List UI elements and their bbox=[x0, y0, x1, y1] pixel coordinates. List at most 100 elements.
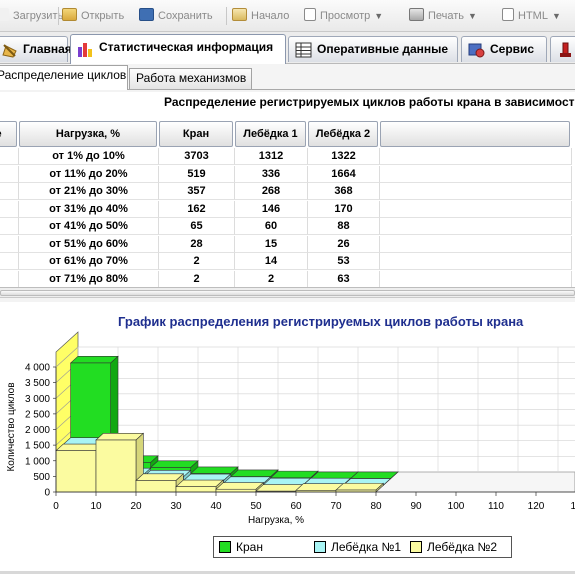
y-tick-label: 500 bbox=[33, 472, 50, 483]
x-tick-label: 90 bbox=[410, 501, 422, 512]
cell-row-index bbox=[0, 235, 19, 253]
table-row[interactable]: от 41% до 50% 65 60 88 bbox=[0, 218, 575, 235]
start-page-icon bbox=[232, 8, 247, 21]
column-header-0[interactable]: e bbox=[0, 121, 17, 147]
wrench-icon bbox=[560, 42, 571, 57]
html-doc-icon bbox=[502, 8, 514, 21]
cell-winch-2-value: 63 bbox=[308, 270, 380, 287]
tab-home[interactable]: Главная bbox=[0, 36, 72, 62]
folder-icon bbox=[62, 8, 77, 21]
tab-tools[interactable] bbox=[550, 36, 575, 62]
cell-winch-2-value: 368 bbox=[308, 183, 380, 200]
tab-operative-data[interactable]: Оперативные данные bbox=[288, 36, 458, 62]
cell-winch-2-value: 26 bbox=[308, 235, 380, 253]
legend-label-winch-1: Лебёдка №1 bbox=[331, 540, 402, 554]
open-button[interactable]: Открыть bbox=[62, 6, 124, 26]
cell-load-range: от 11% до 20% bbox=[19, 165, 159, 183]
chevron-down-icon[interactable]: ▼ bbox=[552, 6, 561, 26]
cell-crane-value: 3703 bbox=[159, 148, 235, 165]
load-button[interactable]: Загрузить bbox=[0, 6, 63, 26]
tab-cycle-distribution[interactable]: Распределение циклов bbox=[0, 65, 128, 90]
legend-swatch-crane bbox=[219, 541, 231, 553]
chevron-down-icon[interactable]: ▼ bbox=[374, 6, 383, 26]
cell-row-index bbox=[0, 200, 19, 218]
cell-crane-value: 28 bbox=[159, 235, 235, 253]
x-tick-label: 70 bbox=[330, 501, 342, 512]
home-icon bbox=[2, 44, 17, 58]
y-tick-label: 1 000 bbox=[25, 456, 50, 467]
open-label: Открыть bbox=[81, 10, 125, 22]
chevron-down-icon[interactable]: ▼ bbox=[468, 6, 477, 26]
print-button[interactable]: Печать ▼ bbox=[409, 6, 477, 26]
data-grid[interactable]: e Нагрузка, % Кран Лебёдка 1 Лебёдка 2 о… bbox=[0, 112, 575, 288]
chart-legend: Кран Лебёдка №1 Лебёдка №2 bbox=[213, 536, 512, 558]
x-tick-label: 100 bbox=[448, 501, 465, 512]
bar bbox=[215, 488, 257, 493]
y-tick-label: 3 000 bbox=[25, 394, 50, 405]
y-tick-label: 2 000 bbox=[25, 425, 50, 436]
start-label: Начало bbox=[251, 10, 290, 22]
load-icon bbox=[0, 8, 9, 21]
x-tick-label: 10 bbox=[90, 501, 102, 512]
tab-mechanism-work[interactable]: Работа механизмов bbox=[129, 68, 252, 89]
cell-winch-1-value: 15 bbox=[235, 235, 308, 253]
main-tab-bar: Главная Статистическая информация Операт… bbox=[0, 32, 575, 64]
legend-swatch-winch-2 bbox=[410, 541, 422, 553]
x-tick-label: 80 bbox=[370, 501, 382, 512]
horizontal-scrollbar[interactable] bbox=[0, 288, 575, 298]
bar bbox=[175, 486, 217, 493]
column-header-winch-1[interactable]: Лебёдка 1 bbox=[235, 121, 306, 147]
cell-filler bbox=[380, 218, 572, 235]
table-row[interactable]: от 61% до 70% 2 14 53 bbox=[0, 253, 575, 270]
x-tick-label: 50 bbox=[250, 501, 262, 512]
cell-winch-2-value: 170 bbox=[308, 200, 380, 218]
printer-icon bbox=[409, 8, 424, 21]
tab-statistics[interactable]: Статистическая информация bbox=[70, 34, 286, 64]
table-row[interactable]: от 11% до 20% 519 336 1664 bbox=[0, 165, 575, 183]
tab-service[interactable]: Сервис bbox=[461, 36, 547, 62]
table-row[interactable]: от 71% до 80% 2 2 63 bbox=[0, 270, 575, 287]
cell-winch-1-value: 336 bbox=[235, 165, 308, 183]
start-button[interactable]: Начало bbox=[232, 6, 289, 26]
html-button[interactable]: HTML ▼ bbox=[502, 6, 561, 26]
table-row[interactable]: от 31% до 40% 162 146 170 bbox=[0, 200, 575, 218]
cell-filler bbox=[380, 183, 572, 200]
y-tick-label: 2 500 bbox=[25, 409, 50, 420]
bar-top bbox=[229, 469, 279, 477]
bar-top bbox=[335, 483, 385, 491]
bar-top bbox=[149, 460, 199, 468]
chart-panel: 0 500 1 000 1 500 2 000 2 500 3 000 3 500 4 000 0… bbox=[0, 302, 575, 574]
y-tick-label: 1 500 bbox=[25, 441, 50, 452]
load-label: Загрузить bbox=[13, 10, 64, 22]
column-header-empty bbox=[380, 121, 570, 147]
cell-winch-1-value: 14 bbox=[235, 253, 308, 270]
y-tick-label: 3 500 bbox=[25, 378, 50, 389]
service-icon bbox=[468, 43, 485, 58]
cell-winch-1-value: 146 bbox=[235, 200, 308, 218]
cell-load-range: от 31% до 40% bbox=[19, 200, 159, 218]
table-row[interactable]: от 51% до 60% 28 15 26 bbox=[0, 235, 575, 253]
print-label: Печать bbox=[428, 10, 465, 22]
save-button[interactable]: Сохранить bbox=[139, 6, 213, 26]
cell-winch-2-value: 1664 bbox=[308, 165, 380, 183]
column-header-winch-2[interactable]: Лебёдка 2 bbox=[308, 121, 378, 147]
column-header-load[interactable]: Нагрузка, % bbox=[19, 121, 157, 147]
table-row[interactable]: от 1% до 10% 3703 1312 1322 bbox=[0, 148, 575, 165]
y-axis-label: Количество циклов bbox=[6, 382, 17, 471]
view-button[interactable]: Просмотр ▼ bbox=[304, 6, 383, 26]
cell-filler bbox=[380, 165, 572, 183]
bar-top bbox=[215, 482, 265, 490]
save-label: Сохранить bbox=[158, 10, 213, 22]
scrollbar-thumb[interactable] bbox=[0, 290, 575, 296]
legend-swatch-winch-1 bbox=[314, 541, 326, 553]
bar-top bbox=[349, 471, 399, 479]
x-tick-label: 40 bbox=[210, 501, 222, 512]
table-row[interactable]: от 21% до 30% 357 268 368 bbox=[0, 183, 575, 200]
legend-item-winch-1: Лебёдка №1 bbox=[314, 540, 401, 555]
tab-statistics-label: Статистическая информация bbox=[99, 40, 274, 54]
legend-item-crane: Кран bbox=[219, 540, 263, 555]
column-header-crane[interactable]: Кран bbox=[159, 121, 233, 147]
y-tick-label: 0 bbox=[44, 488, 50, 499]
cell-load-range: от 71% до 80% bbox=[19, 270, 159, 287]
bar-top bbox=[175, 479, 225, 487]
